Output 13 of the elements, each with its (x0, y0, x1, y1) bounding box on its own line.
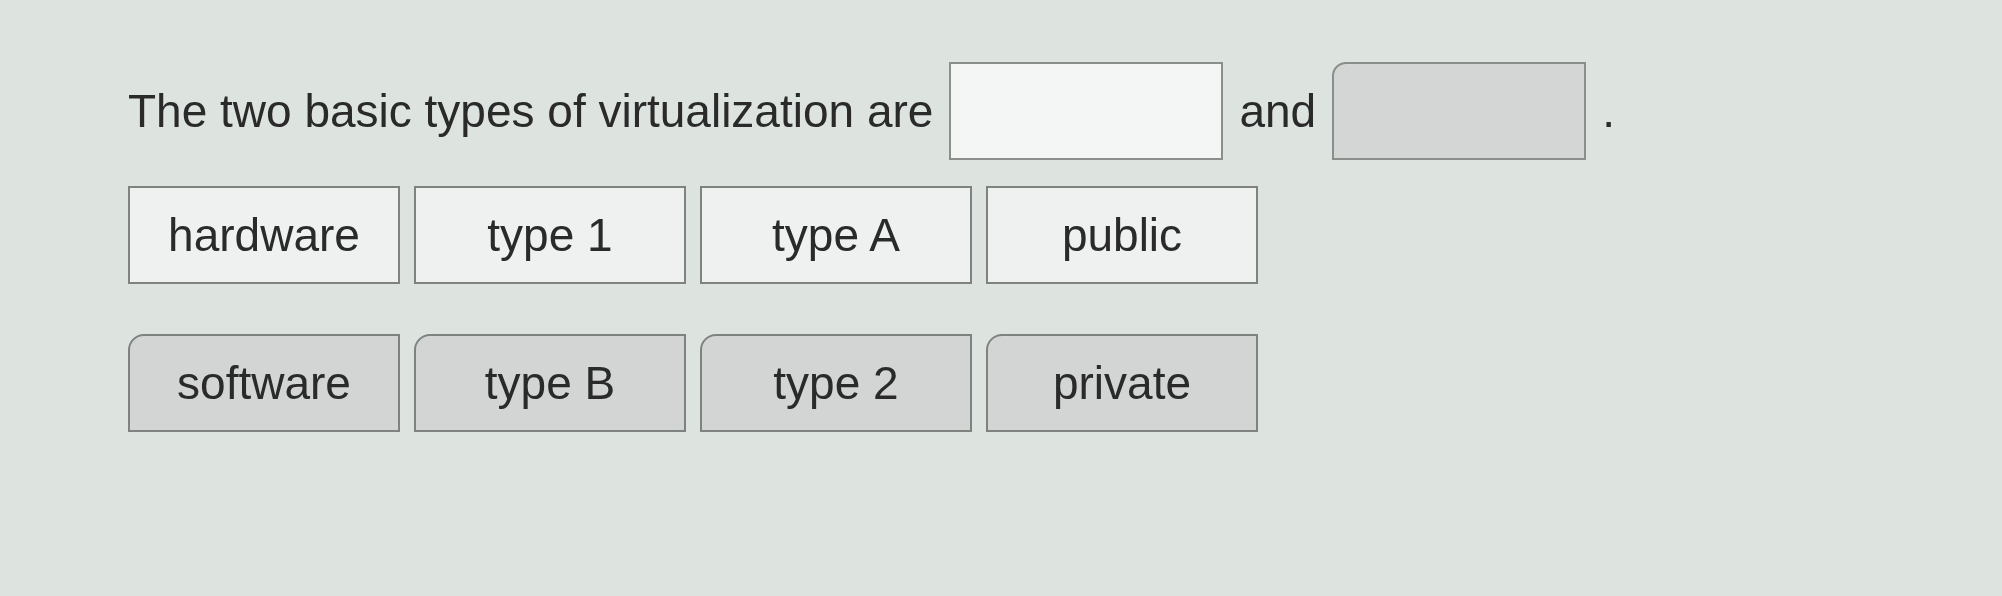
answer-tile[interactable]: public (986, 186, 1258, 284)
question-text: and (1239, 83, 1317, 139)
answer-tile[interactable]: private (986, 334, 1258, 432)
question-text: . (1602, 83, 1615, 139)
answer-tile[interactable]: type 1 (414, 186, 686, 284)
answer-box[interactable] (949, 62, 1224, 160)
answer-tile[interactable]: type 2 (700, 334, 972, 432)
answer-box[interactable] (1332, 62, 1587, 160)
answer-tile[interactable]: hardware (128, 186, 400, 284)
answer-tile[interactable]: software (128, 334, 400, 432)
answer-tile[interactable]: type A (700, 186, 972, 284)
answer-tile[interactable]: type B (414, 334, 686, 432)
question-text: The two basic types of virtualization are (128, 83, 934, 139)
